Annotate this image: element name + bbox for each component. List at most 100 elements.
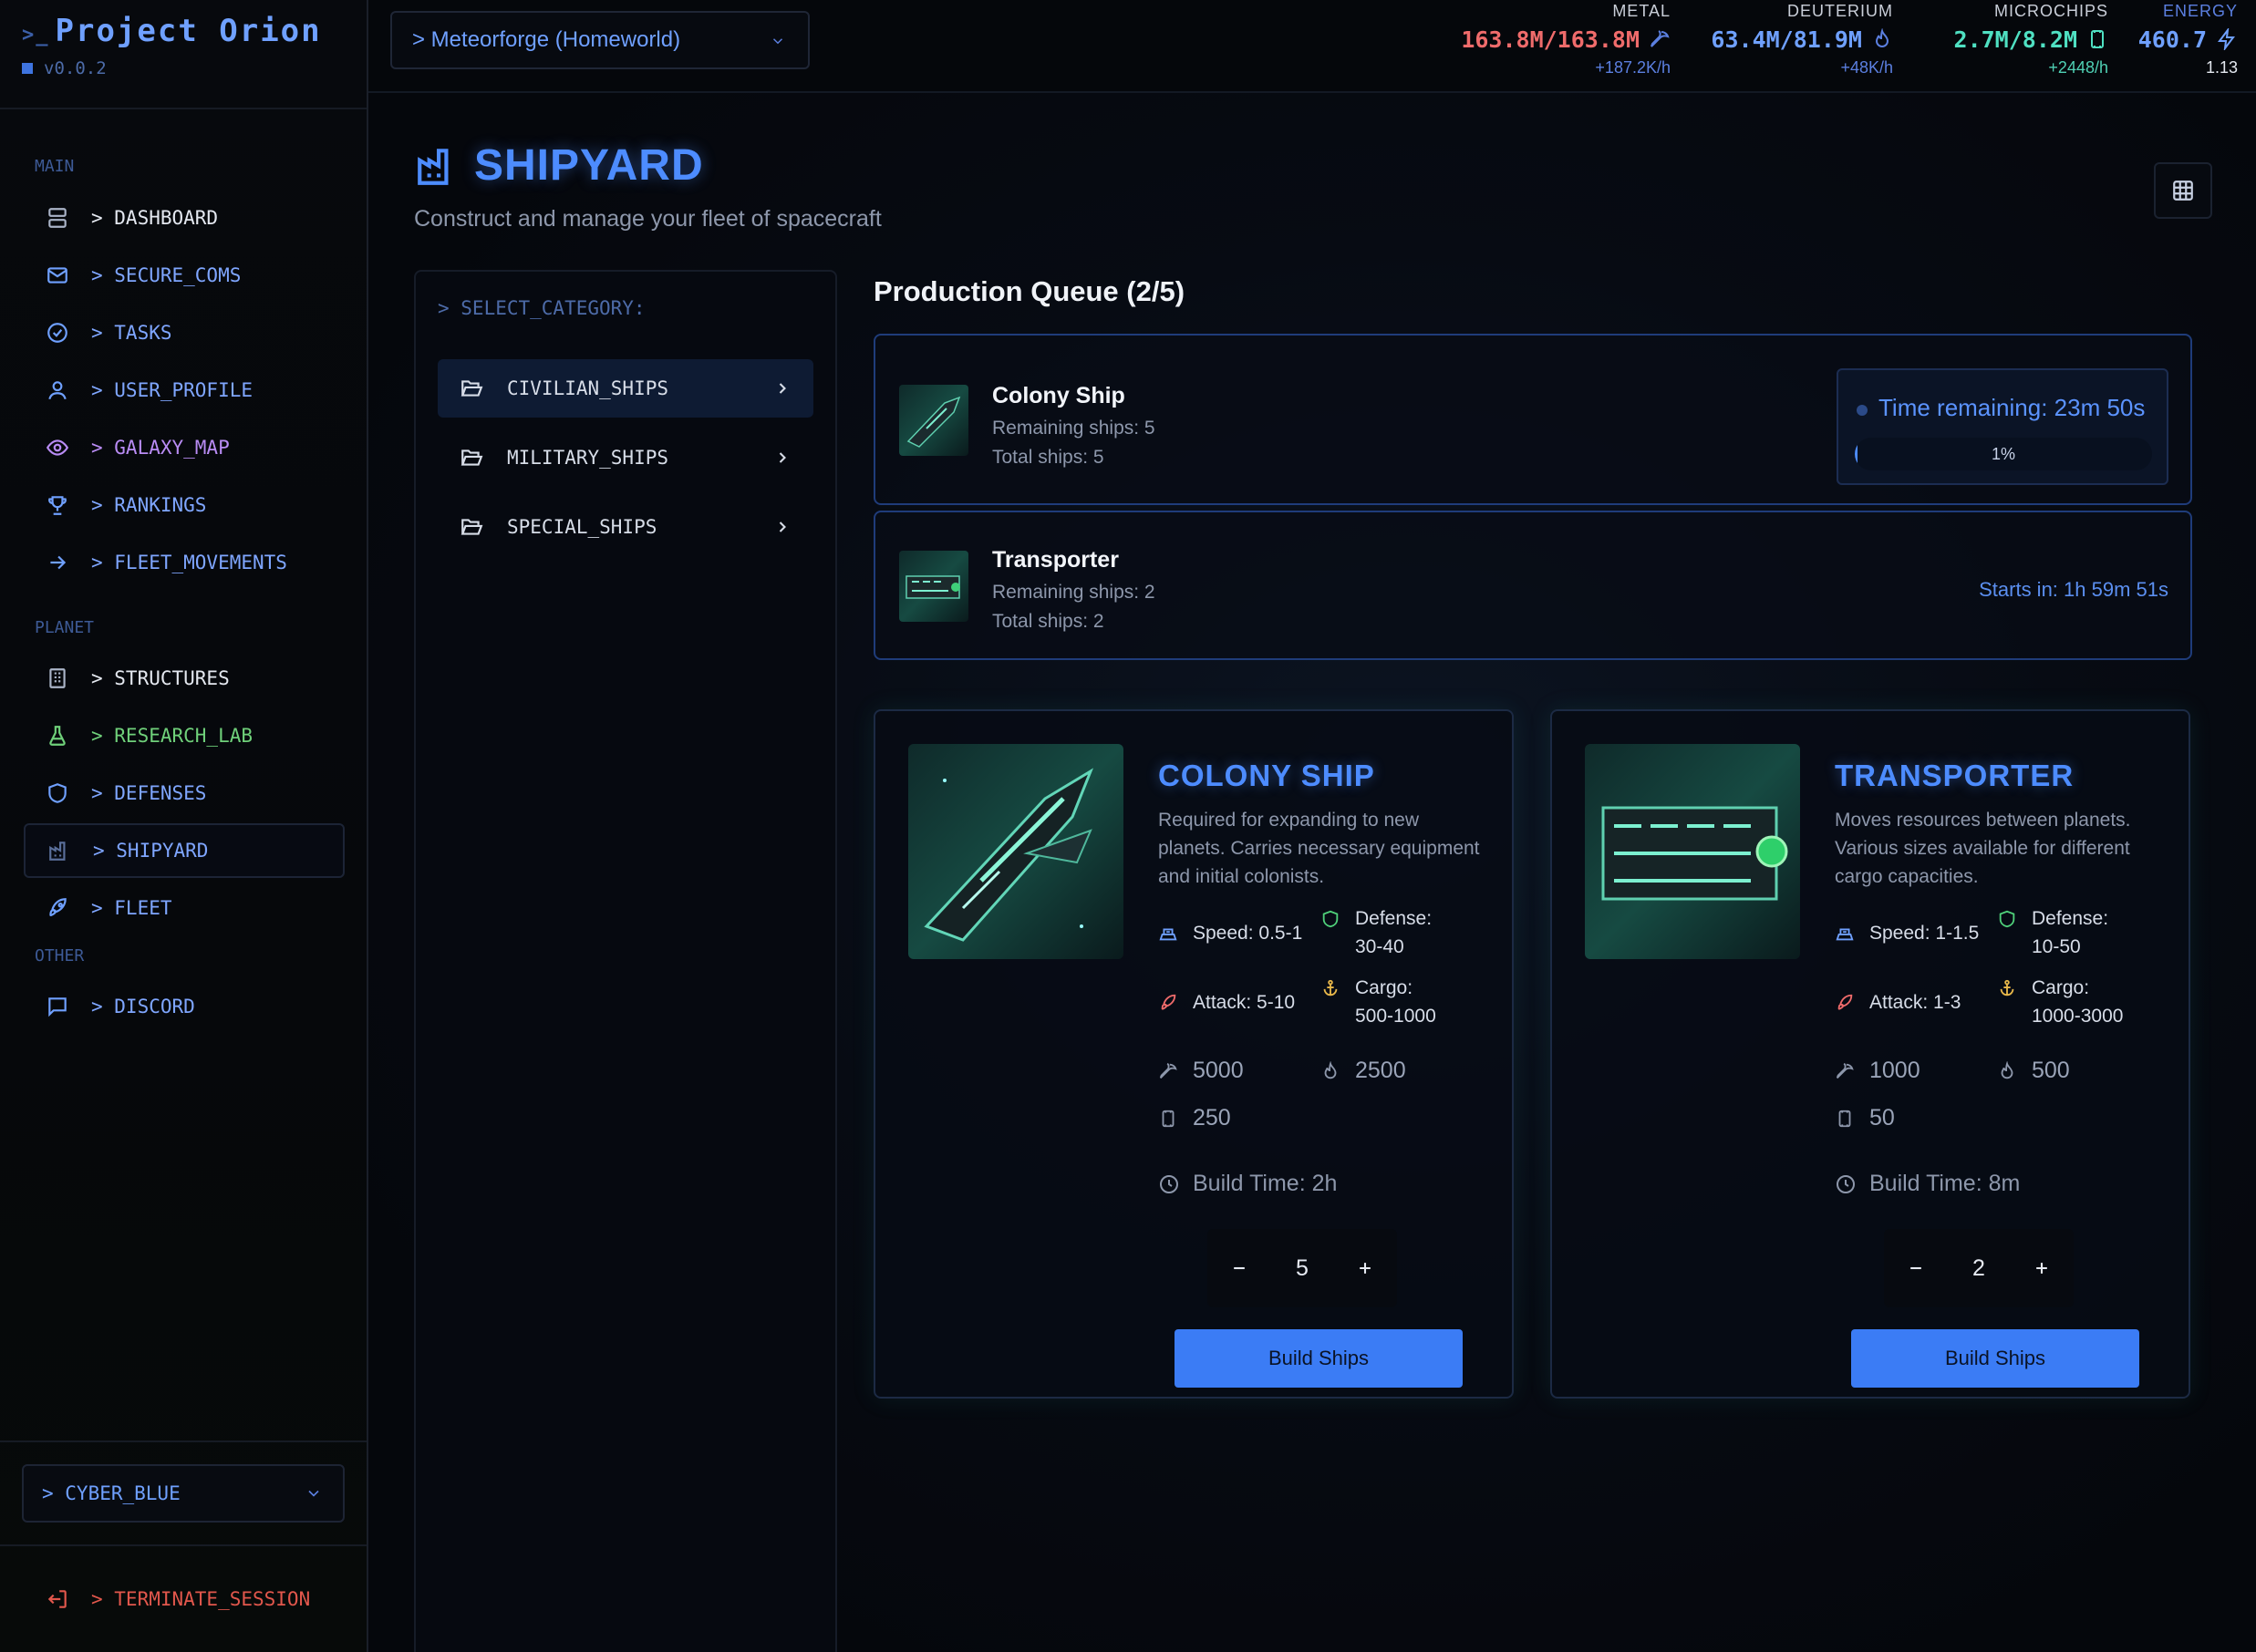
section-label-main: MAIN — [35, 157, 75, 176]
queue-item: Colony Ship Remaining ships: 5 Total shi… — [874, 334, 2192, 505]
grid-view-button[interactable] — [2154, 162, 2212, 219]
sidebar-item-label: > USER_PROFILE — [91, 379, 254, 401]
queue-item-name: Colony Ship — [992, 383, 1125, 408]
decrement-button[interactable] — [1884, 1229, 1948, 1307]
user-icon — [46, 378, 69, 402]
theme-select-value: > CYBER_BLUE — [42, 1482, 181, 1504]
ship-card-colony-ship: COLONY SHIP Required for expanding to ne… — [874, 709, 1514, 1399]
cost-deuterium-value: 500 — [2032, 1058, 2070, 1083]
sidebar-item-rankings[interactable]: > RANKINGS — [24, 478, 345, 532]
build-ships-button[interactable]: Build Ships — [1851, 1329, 2139, 1388]
theme-select[interactable]: > CYBER_BLUE — [22, 1464, 345, 1523]
time-remaining: Time remaining: 23m 50s — [1878, 394, 2146, 421]
category-panel: > SELECT_CATEGORY: CIVILIAN_SHIPS MILITA… — [414, 270, 837, 1652]
ship-image — [1585, 744, 1800, 959]
section-label-planet: PLANET — [35, 618, 95, 637]
queue-item-total: Total ships: 5 — [992, 447, 1104, 468]
sidebar-item-defenses[interactable]: > DEFENSES — [24, 766, 345, 821]
sidebar-item-label: > SECURE_COMS — [91, 264, 242, 286]
sidebar-item-fleet-movements[interactable]: > FLEET_MOVEMENTS — [24, 535, 345, 590]
sidebar-item-discord[interactable]: > DISCORD — [24, 979, 345, 1034]
stat-cargo-text: Cargo: 500-1000 — [1355, 977, 1436, 1027]
chevron-down-icon — [772, 38, 783, 45]
resource-label: DEUTERIUM — [1787, 2, 1893, 20]
ship-description: Moves resources between planets. Various… — [1835, 810, 2131, 887]
eye-icon — [46, 436, 69, 459]
logout-label: > TERMINATE_SESSION — [91, 1588, 311, 1610]
sidebar-item-tasks[interactable]: > TASKS — [24, 305, 345, 360]
sidebar: >_ Project Orion v0.0.2 MAIN > DASHBOARD … — [0, 0, 368, 1652]
resource-value: 2.7M/8.2M — [1954, 22, 2108, 57]
building-icon — [46, 666, 69, 690]
folder-open-icon — [461, 380, 483, 397]
increment-button[interactable] — [1333, 1229, 1397, 1307]
stat-speed-text: Speed: 0.5-1 — [1193, 923, 1303, 944]
stat-cargo: Cargo: 1000-3000 — [1997, 974, 2134, 1030]
section-label-other: OTHER — [35, 946, 85, 965]
resource-value: 63.4M/81.9M — [1711, 22, 1893, 57]
app-title-text: Project Orion — [55, 13, 322, 49]
decrement-button[interactable] — [1207, 1229, 1271, 1307]
sidebar-item-dashboard[interactable]: > DASHBOARD — [24, 191, 345, 245]
sidebar-item-structures[interactable]: > STRUCTURES — [24, 651, 345, 706]
increment-button[interactable] — [2010, 1229, 2074, 1307]
sidebar-item-user-profile[interactable]: > USER_PROFILE — [24, 363, 345, 418]
ship-name: COLONY SHIP — [1158, 759, 1375, 792]
category-label: MILITARY_SHIPS — [507, 447, 669, 469]
build-time-text: Build Time: 2h — [1193, 1171, 1338, 1196]
flask-icon — [46, 724, 69, 748]
sidebar-item-research-lab[interactable]: > RESEARCH_LAB — [24, 708, 345, 763]
divider — [0, 1440, 367, 1442]
build-time: Build Time: 8m — [1835, 1171, 2020, 1197]
trophy-icon — [46, 493, 69, 517]
quantity-value[interactable]: 2 — [1948, 1255, 2010, 1282]
ship-speed-icon — [1159, 928, 1177, 941]
category-item-military-ships[interactable]: MILITARY_SHIPS — [438, 428, 813, 487]
main-content: SHIPYARD Construct and manage your fleet… — [368, 93, 2256, 1652]
category-label: SPECIAL_SHIPS — [507, 516, 657, 538]
rocket-icon — [1161, 994, 1176, 1010]
queue-item-name: Transporter — [992, 547, 1119, 573]
chip-icon — [2091, 30, 2104, 48]
stat-speed: Speed: 0.5-1 — [1158, 919, 1302, 947]
category-heading: > SELECT_CATEGORY: — [438, 297, 646, 319]
ship-name: TRANSPORTER — [1835, 759, 2075, 792]
sidebar-item-label: > DASHBOARD — [91, 207, 219, 229]
resource-metal: METAL 163.8M/163.8M +187.2K/h — [1461, 0, 1671, 78]
build-ships-button[interactable]: Build Ships — [1175, 1329, 1463, 1388]
sidebar-item-secure-coms[interactable]: > SECURE_COMS — [24, 248, 345, 303]
quantity-stepper: 5 — [1207, 1229, 1397, 1307]
quantity-value[interactable]: 5 — [1271, 1255, 1333, 1282]
category-item-civilian-ships[interactable]: CIVILIAN_SHIPS — [438, 359, 813, 418]
sidebar-item-shipyard[interactable]: > SHIPYARD — [24, 823, 345, 878]
build-time-text: Build Time: 8m — [1869, 1171, 2021, 1196]
app-title[interactable]: >_ Project Orion — [22, 13, 322, 49]
pickaxe-icon — [1836, 1062, 1854, 1079]
queue-item-remaining: Remaining ships: 2 — [992, 582, 1155, 603]
clock-icon — [1160, 1174, 1178, 1193]
sidebar-item-label: > DEFENSES — [91, 782, 207, 804]
page-title: SHIPYARD — [474, 141, 704, 190]
resource-rate: +187.2K/h — [1595, 58, 1671, 77]
logout-button[interactable]: > TERMINATE_SESSION — [24, 1572, 310, 1626]
production-queue-title: Production Queue (2/5) — [874, 275, 1185, 307]
category-item-special-ships[interactable]: SPECIAL_SHIPS — [438, 498, 813, 556]
chip-icon — [1838, 1110, 1851, 1127]
page-header: SHIPYARD — [414, 140, 704, 191]
cost-deuterium: 500 — [1997, 1058, 2070, 1084]
chip-icon — [1162, 1110, 1175, 1127]
sidebar-item-fleet[interactable]: > FLEET — [24, 881, 345, 935]
stat-defense-text: Defense: 30-40 — [1355, 908, 1433, 957]
resource-label: MICROCHIPS — [1993, 2, 2108, 20]
sidebar-item-galaxy-map[interactable]: > GALAXY_MAP — [24, 420, 345, 475]
stat-attack: Attack: 5-10 — [1158, 988, 1295, 1017]
planet-select[interactable]: > Meteorforge (Homeworld) — [390, 11, 810, 69]
anchor-icon — [1323, 979, 1338, 996]
ship-speed-icon — [1836, 928, 1854, 941]
folder-open-icon — [461, 449, 483, 466]
check-circle-icon — [46, 321, 69, 345]
cost-deuterium: 2500 — [1320, 1058, 1406, 1084]
resource-microchips: MICROCHIPS 2.7M/8.2M +2448/h — [1954, 0, 2108, 78]
resource-rate: +2448/h — [2048, 58, 2108, 77]
chevron-right-icon — [779, 521, 786, 532]
